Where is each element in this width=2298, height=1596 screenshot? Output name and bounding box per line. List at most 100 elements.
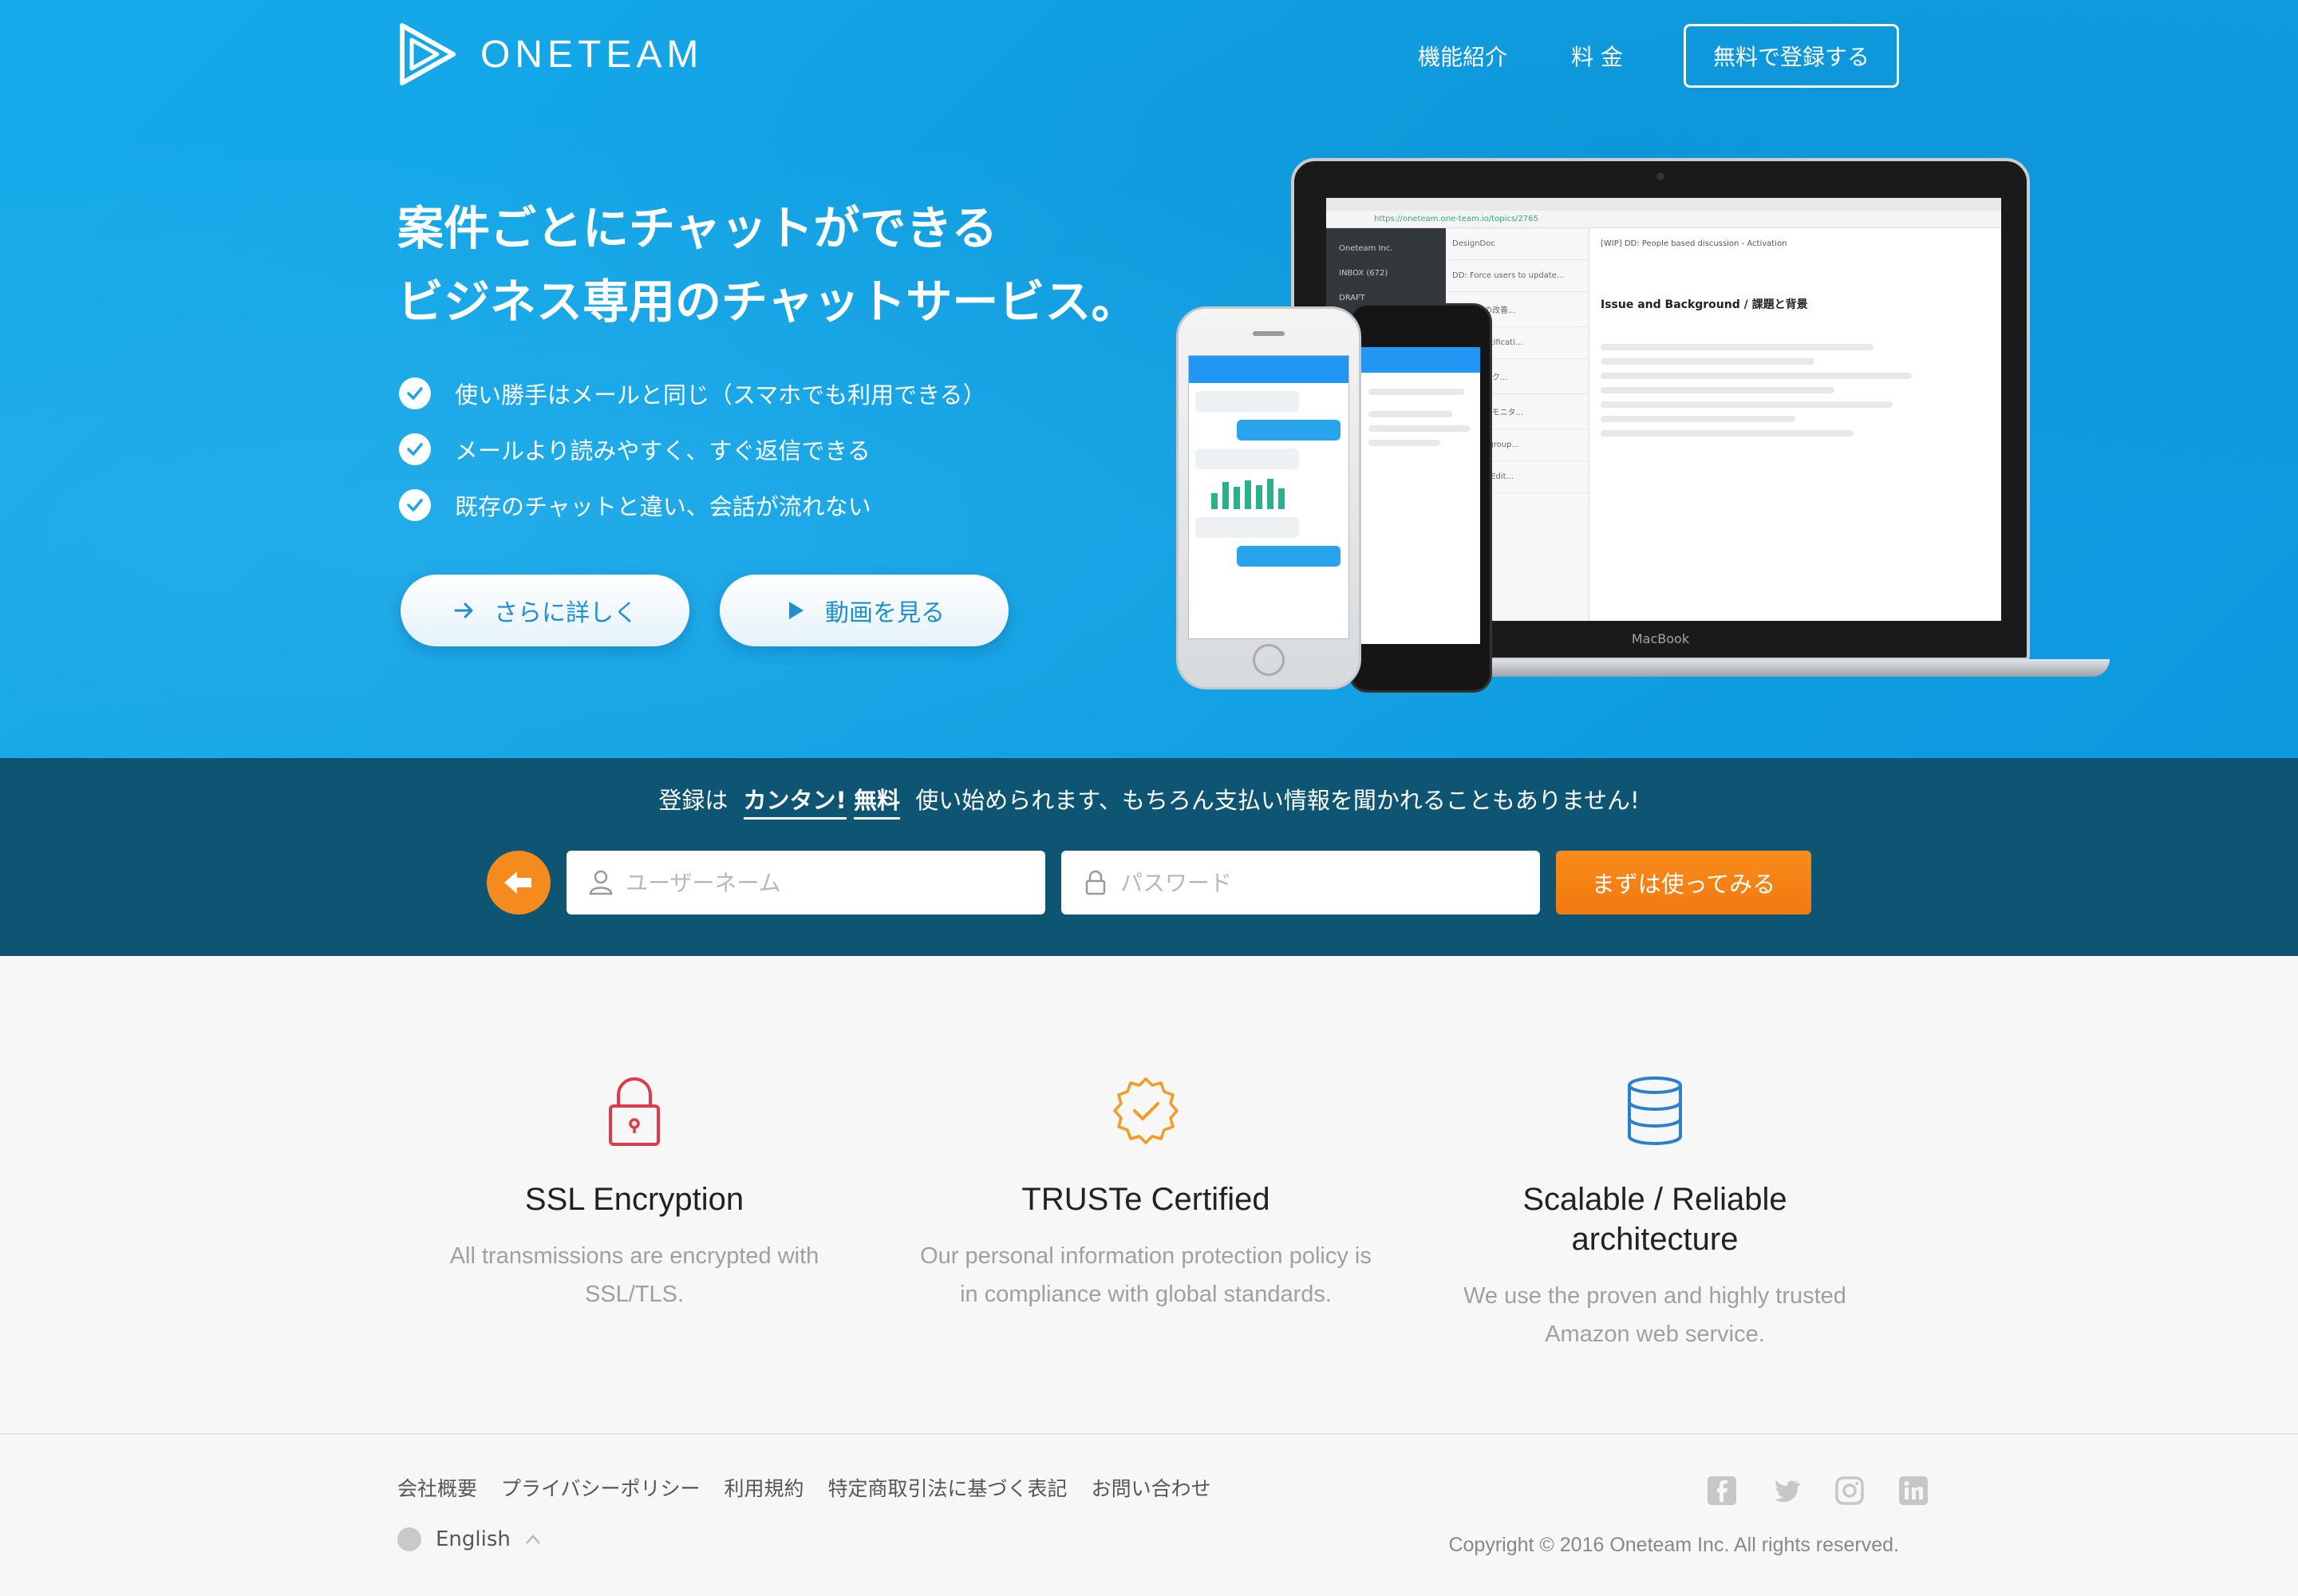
lock-icon [1085,870,1106,895]
topic-detail: [WIP] DD: People based discussion - Acti… [1589,228,2001,621]
footer-link-terms[interactable]: 利用規約 [725,1473,804,1502]
feature-list: 使い勝手はメールと同じ（スマホでも利用できる） メールより読みやすく、すぐ返信で… [399,365,986,533]
try-it-button[interactable]: まずは使ってみる [1556,851,1811,915]
iphone-screen [1188,355,1349,639]
footer-links: 会社概要 プライバシーポリシー 利用規約 特定商取引法に基づく表記 お問い合わせ [397,1473,1235,1502]
feature-item: 既存のチャットと違い、会話が流れない [399,477,986,533]
trust-title: SSL Encryption [524,1182,744,1217]
trust-truste: TRUSTe Certified Our personal informatio… [898,1074,1393,1314]
trust-desc: All transmissions are encrypted with SSL… [387,1237,882,1314]
text-line [1601,416,1795,422]
browser-tabbar [1326,198,2001,211]
trust-desc-line: We use the proven and highly trusted [1463,1283,1846,1309]
lock-icon [609,1077,660,1146]
feature-text: 既存のチャットと違い、会話が流れない [455,493,871,520]
text-line [1601,401,1893,408]
chevron-up-icon [525,1535,540,1544]
android-screen [1360,347,1480,644]
signup-emphasis-free: 無料 [854,787,901,820]
chat-bubble [1195,448,1299,469]
signup-band: 登録は カンタン! 無料 使い始められます、もちろん支払い情報を聞かれることもあ… [0,758,2298,956]
trust-desc: We use the proven and highly trusted Ama… [1408,1277,1902,1353]
top-nav: 機能紹介 料 金 無料で登録する [1418,24,1899,88]
logo-text: ONETEAM [480,33,704,76]
password-input[interactable] [1120,869,1503,896]
headline-line-1: 案件ごとにチャットができる [397,201,998,255]
check-icon [399,433,431,465]
signup-emphasis-easy: カンタン! [743,787,847,820]
logo[interactable]: ONETEAM [397,22,703,86]
signup-text-before: 登録は [658,787,728,814]
footer-link-contact[interactable]: お問い合わせ [1092,1473,1211,1502]
text-line [1368,389,1464,395]
topic-item: DD: Force users to update... [1446,260,1589,292]
laptop-camera [1656,172,1664,180]
chat-bubble [1195,517,1299,538]
trust-desc: Our personal information protection poli… [898,1237,1393,1314]
oneteam-logo-icon [400,23,456,85]
facebook-icon[interactable] [1706,1475,1738,1507]
check-icon [399,489,431,521]
sidebar-item: INBOX (672) [1339,269,1388,278]
topic-title: [WIP] DD: People based discussion - Acti… [1601,239,1787,248]
trust-title: Scalable / Reliable architecture [1408,1179,1902,1259]
text-line [1601,387,1834,393]
trust-title-line: architecture [1571,1222,1739,1257]
nav-pricing-link[interactable]: 料 金 [1571,40,1623,72]
chat-bubble [1195,391,1299,412]
trust-section: SSL Encryption All transmissions are enc… [0,956,2298,1435]
android-app-bar [1360,347,1480,373]
learn-more-button[interactable]: さらに詳しく [401,575,689,646]
copyright: Copyright © 2016 Oneteam Inc. All rights… [1448,1534,1899,1556]
chat-bubble [1237,546,1340,567]
footer-link-company[interactable]: 会社概要 [397,1473,477,1502]
language-selector[interactable]: English [397,1527,541,1551]
trust-desc-line: All transmissions are encrypted with [449,1243,819,1269]
topic-heading: Issue and Background / 課題と背景 [1601,298,1808,311]
sidebar-item: Oneteam Inc. [1339,244,1393,253]
browser-url: https://oneteam.one-team.io/topics/2765 [1326,211,2001,228]
user-icon [589,870,613,895]
footer-link-commerce-law[interactable]: 特定商取引法に基づく表記 [828,1473,1068,1502]
arrow-left-icon [487,851,551,915]
social-links [1674,1475,1929,1507]
headline-line-2: ビジネス専用のチャットサービス。 [397,275,1138,329]
text-line [1368,411,1452,417]
feature-item: メールより読みやすく、すぐ返信できる [399,421,986,477]
globe-icon [397,1527,421,1551]
signup-text-after: 使い始められます、もちろん支払い情報を聞かれることもありません! [915,787,1640,814]
play-icon [789,602,804,619]
check-icon [399,377,431,409]
language-label: English [436,1527,511,1551]
text-line [1601,344,1874,350]
hero-section: ONETEAM 機能紹介 料 金 無料で登録する 案件ごとにチャットができる ビ… [0,0,2298,758]
text-line [1368,440,1440,446]
mini-chart [1211,477,1326,509]
password-field[interactable] [1061,851,1540,915]
username-input[interactable] [626,869,1009,896]
trust-title-line: Scalable / Reliable [1522,1182,1787,1217]
watch-video-label: 動画を見る [825,599,945,627]
iphone-home-button [1253,644,1285,676]
signup-message: 登録は カンタン! 無料 使い始められます、もちろん支払い情報を聞かれることもあ… [0,782,2298,820]
trust-desc-line: Amazon web service. [1545,1321,1765,1347]
iphone-mockup [1176,306,1361,689]
linkedin-icon[interactable] [1897,1475,1929,1507]
feature-text: 使い勝手はメールと同じ（スマホでも利用できる） [455,381,986,409]
watch-video-button[interactable]: 動画を見る [720,575,1009,646]
footer-link-privacy[interactable]: プライバシーポリシー [501,1473,701,1502]
twitter-icon[interactable] [1770,1475,1802,1507]
nav-register-button[interactable]: 無料で登録する [1684,24,1899,88]
username-field[interactable] [567,851,1045,915]
trust-ssl: SSL Encryption All transmissions are enc… [387,1074,882,1314]
database-icon [1628,1077,1682,1145]
nav-features-link[interactable]: 機能紹介 [1418,40,1507,72]
text-line [1601,373,1913,379]
iphone-speaker [1253,331,1285,336]
instagram-icon[interactable] [1834,1475,1866,1507]
trust-desc-line: in compliance with global standards. [960,1282,1332,1307]
feature-text: メールより読みやすく、すぐ返信できる [455,437,871,464]
trust-scalable: Scalable / Reliable architecture We use … [1408,1074,1902,1353]
iphone-nav-bar [1189,356,1348,383]
hero-headline: 案件ごとにチャットができる ビジネス専用のチャットサービス。 [397,192,1137,338]
